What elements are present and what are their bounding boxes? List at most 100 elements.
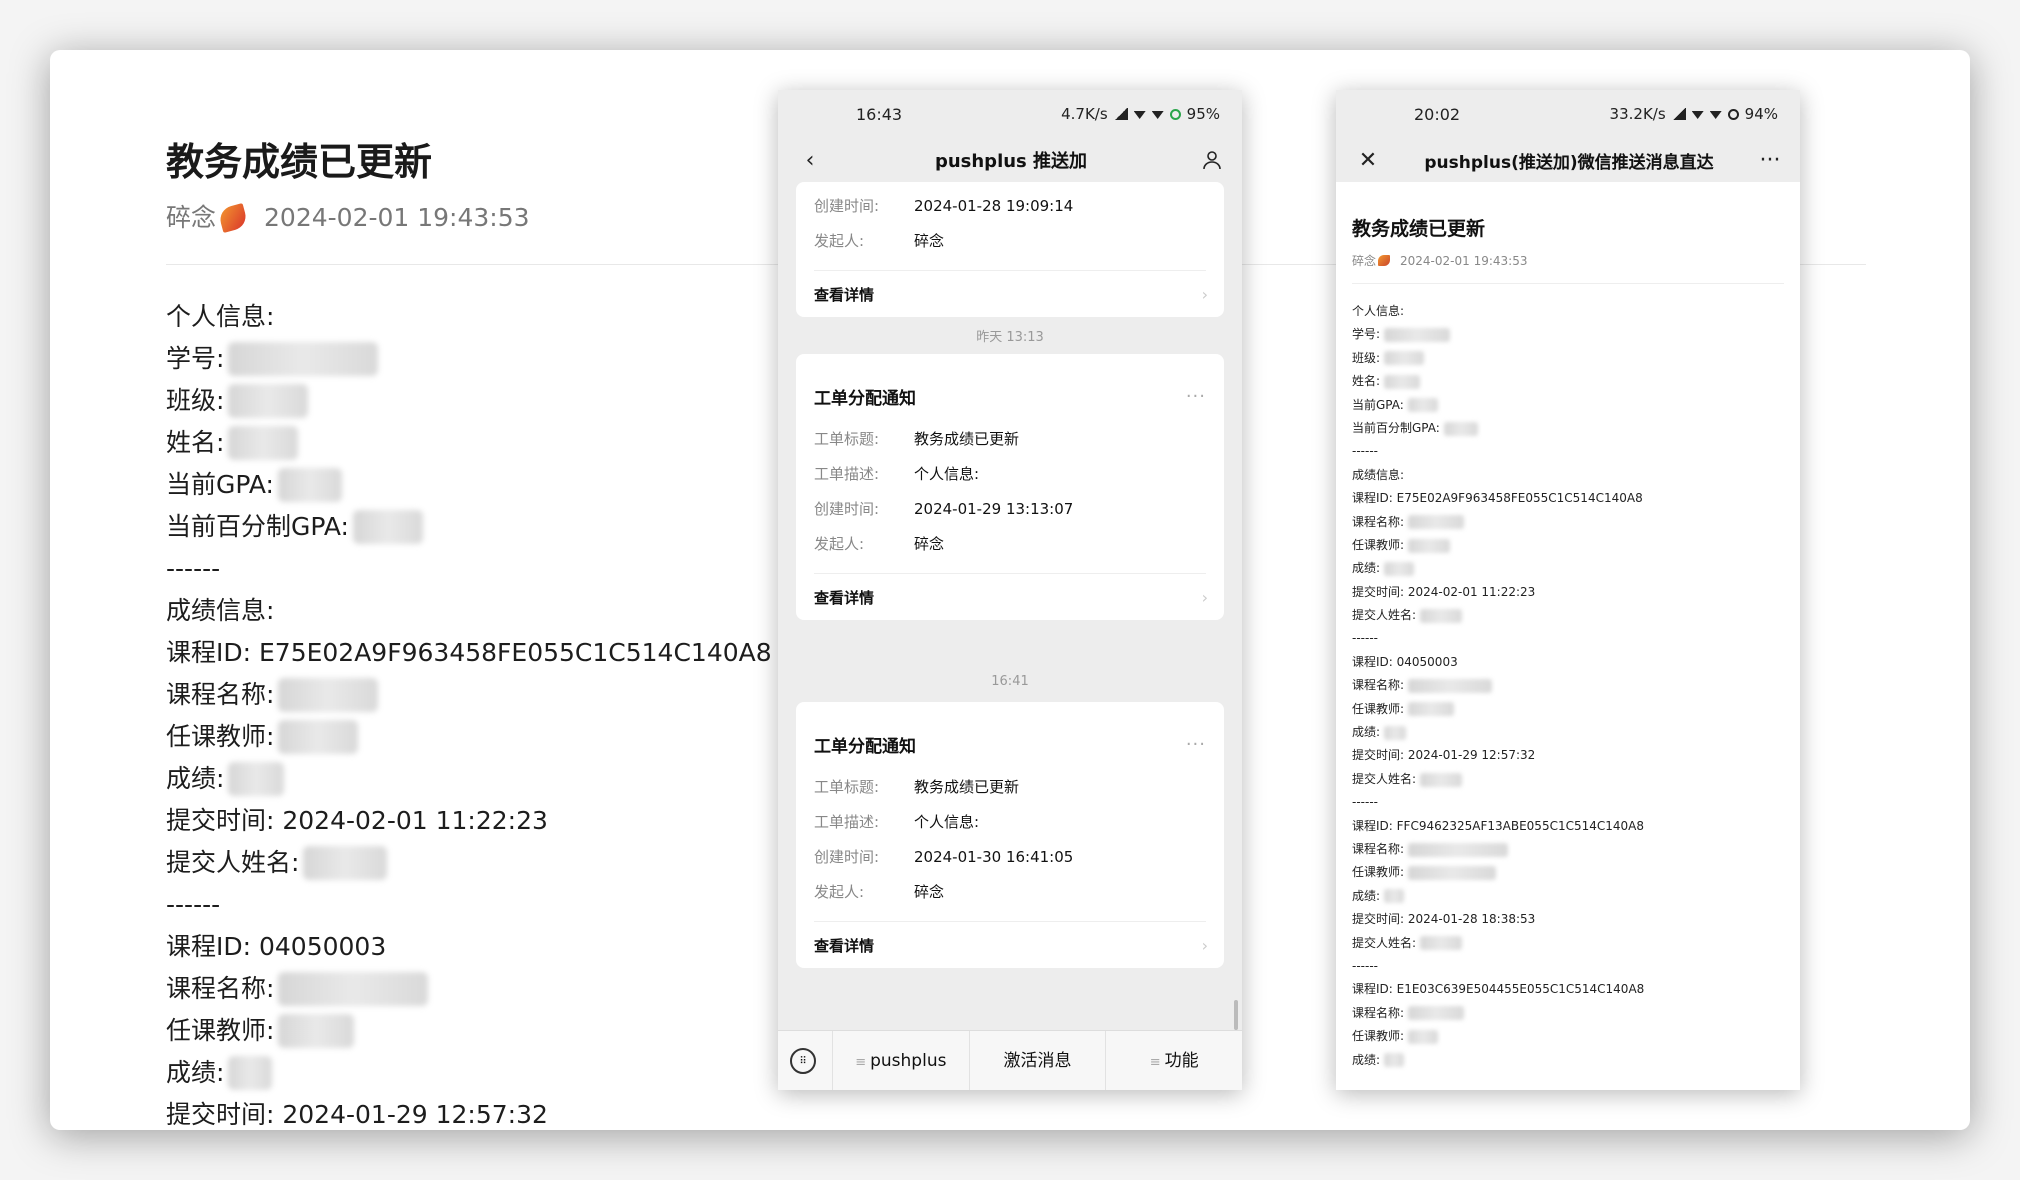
signal-icon [1113,108,1128,120]
divider [1352,283,1784,284]
body-line-text: ------ [1352,444,1378,459]
more-options-icon[interactable]: ··· [1186,386,1206,407]
body-line-text: 班级: [166,386,225,415]
redacted-value [278,678,379,712]
profile-icon[interactable] [1198,146,1226,174]
body-line-text: 当前GPA: [1352,397,1404,412]
body-line-text: 成绩: [1352,1052,1381,1067]
redacted-value [1407,398,1438,413]
close-icon[interactable]: ✕ [1354,146,1382,174]
menu-item-functions[interactable]: ≡ 功能 [1105,1031,1242,1090]
redacted-value [1408,678,1493,693]
body-line-text: 提交时间: 2024-01-28 18:38:53 [1352,912,1536,927]
body-line: ------ [1352,440,1784,463]
body-line-text: 任课教师: [1352,701,1405,716]
body-line: 班级: [1352,347,1784,370]
field-value: 2024-01-28 19:09:14 [914,196,1074,215]
chevron-right-icon: › [1201,587,1208,607]
message-card[interactable]: 创建时间: 2024-01-28 19:09:14 发起人: 碎念 查看详情 › [796,182,1224,317]
battery-icon [1727,108,1739,120]
view-details-link[interactable]: 查看详情 › [796,574,1224,620]
author-name: 碎念 [1352,254,1377,268]
message-card[interactable]: 工单分配通知 ··· 工单标题: 教务成绩已更新 工单描述: 个人信息: 创建时间:… [796,354,1224,620]
article-body: 个人信息: 学号: 班级: 姓名: 当前GPA: 当前百分制GPA: ------ 成绩信息:… [166,296,772,1130]
field-label: 工单标题: [814,430,880,448]
phone-chat-screenshot: 16:43 4.7K/s 95% ‹ pushplus 推送加 创建时间: 202… [778,90,1242,1090]
body-line: 成绩: [1352,885,1784,908]
article-body: 个人信息: 学号: 班级: 姓名: 当前GPA: 当前百分制GPA: ------ 成绩信息:… [1352,300,1784,1072]
body-line-text: 成绩: [166,1058,225,1087]
field-label: 工单描述: [814,465,880,483]
battery-icon [1169,108,1181,120]
body-line: 课程ID: 04050003 [166,926,772,968]
field-value: 教务成绩已更新 [914,430,1020,448]
menu-icon: ≡ [855,1055,867,1070]
body-line: 班级: [166,380,772,422]
wifi-icon [1133,111,1146,119]
screenshot-card: 教务成绩已更新 碎念 2024-02-01 19:43:53 个人信息: 学号: 班… [50,50,1970,1130]
field-value: 碎念 [914,883,945,901]
redacted-value [278,972,429,1006]
field-label: 工单描述: [814,813,880,831]
view-details-link[interactable]: 查看详情 › [796,271,1224,317]
redacted-value [228,342,379,376]
body-line: 成绩: [166,1052,772,1094]
chat-menu-bar: ⠿ ≡ pushplus 激活消息 ≡ 功能 [778,1030,1242,1090]
body-line-text: 课程名称: [1352,841,1405,856]
body-line-text: 任课教师: [1352,1029,1405,1044]
body-line-text: ------ [1352,958,1378,973]
body-line: 课程ID: 04050003 [1352,651,1784,674]
more-options-icon[interactable]: ··· [1756,146,1784,174]
redacted-value [1384,328,1451,343]
field-value: 2024-01-30 16:41:05 [914,847,1074,866]
field-label: 创建时间: [814,848,880,866]
body-line-text: 学号: [166,344,225,373]
body-line: 姓名: [166,422,772,464]
body-line-text: 课程名称: [166,974,275,1003]
menu-item-pushplus[interactable]: ≡ pushplus [832,1031,969,1090]
redacted-value [303,846,388,880]
body-line-text: 当前GPA: [166,470,274,499]
body-line-text: 课程ID: FFC9462325AF13ABE055C1C514C140A8 [1352,818,1644,833]
body-line-text: 班级: [1352,350,1381,365]
body-line: 提交时间: 2024-02-01 11:22:23 [166,800,772,842]
body-line-text: ------ [1352,631,1378,646]
leaf-emoji-icon [1378,255,1391,266]
view-details-link[interactable]: 查看详情 › [796,922,1224,968]
network-speed: 4.7K/s [1061,105,1108,123]
body-line: 成绩: [1352,1049,1784,1072]
body-line: 提交人姓名: [1352,768,1784,791]
body-line-text: 成绩: [166,764,225,793]
redacted-value [1408,702,1455,717]
redacted-value [1420,772,1463,787]
message-card[interactable]: 工单分配通知 ··· 工单标题: 教务成绩已更新 工单描述: 个人信息: 创建时间:… [796,702,1224,968]
body-line-text: 成绩: [1352,561,1381,576]
body-line-text: 任课教师: [166,722,275,751]
body-line-text: 提交时间: 2024-01-29 12:57:32 [166,1100,548,1129]
menu-item-activate[interactable]: 激活消息 [968,1031,1106,1090]
field-value: 个人信息: [914,813,980,831]
chat-navbar: ‹ pushplus 推送加 [778,138,1242,182]
more-options-icon[interactable]: ··· [1186,734,1206,755]
battery-level: 95% [1186,105,1220,123]
keyboard-icon[interactable]: ⠿ [790,1048,816,1074]
field-label: 创建时间: [814,500,880,518]
body-line: 任课教师: [166,1010,772,1052]
signal-icon [1671,108,1686,120]
body-line: 学号: [1352,323,1784,346]
body-line: ------ [1352,791,1784,814]
field-value: 碎念 [914,535,945,553]
back-icon[interactable]: ‹ [796,146,824,174]
body-line: 成绩: [1352,721,1784,744]
webview-title: pushplus(推送加)微信推送消息直达 [1424,152,1714,173]
wifi-icon [1691,111,1704,119]
body-line: 当前百分制GPA: [166,506,772,548]
article-timestamp: 2024-02-01 19:43:53 [1400,253,1528,268]
redacted-value [1408,1006,1465,1021]
redacted-value [278,720,359,754]
body-line-text: 姓名: [1352,374,1381,389]
body-line-text: 提交时间: 2024-02-01 11:22:23 [1352,584,1536,599]
scrollbar[interactable] [1234,1000,1238,1030]
article-timestamp: 2024-02-01 19:43:53 [264,203,530,232]
redacted-value [1408,866,1497,881]
